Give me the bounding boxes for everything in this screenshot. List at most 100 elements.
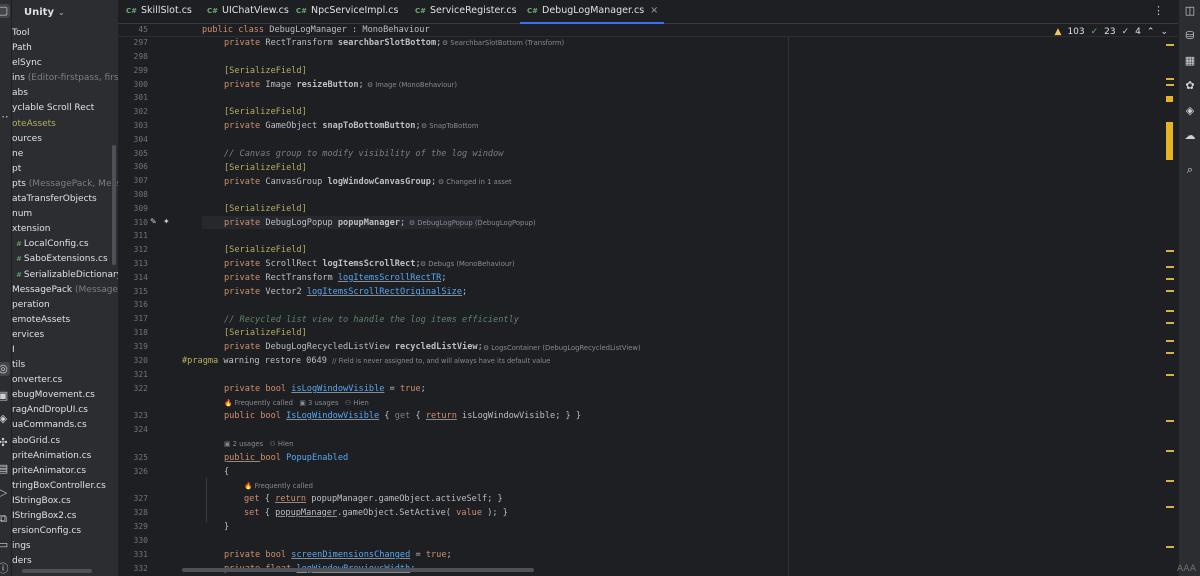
usage-hint-300[interactable]: ⚙ Image (MonoBehaviour) (367, 80, 457, 91)
line-number[interactable]: 313 (118, 259, 148, 268)
tree-item[interactable]: IStringBox.cs (12, 494, 118, 509)
usage-hint-319[interactable]: ⚙ LogsContainer (DebugLogRecycledListVie… (483, 343, 641, 354)
tree-item[interactable]: emoteAssets (12, 313, 118, 328)
gutter-ai-icon[interactable]: ✦ (163, 217, 170, 226)
chevron-up-icon[interactable]: ⌃ (1147, 27, 1155, 37)
run-icon[interactable]: ▷ (0, 486, 10, 500)
tree-item[interactable]: ne (12, 147, 118, 162)
tab-npcserviceimpl[interactable]: C# NpcServiceImpl.cs (296, 0, 398, 24)
tree-item[interactable]: ings (12, 539, 118, 554)
line-number[interactable]: 316 (118, 300, 148, 309)
line-number[interactable]: 308 (118, 190, 148, 199)
line-number[interactable]: 325 (118, 453, 148, 462)
line-number[interactable]: 332 (118, 564, 148, 573)
line-number[interactable]: 328 (118, 508, 148, 517)
more-tools-icon[interactable]: ⋯ (0, 110, 10, 124)
line-number[interactable]: 324 (118, 425, 148, 434)
sticky-scroll-header[interactable]: 45 public class DebugLogManager : MonoBe… (118, 24, 1178, 37)
line-number[interactable]: 297 (118, 38, 148, 47)
usage-hint-303[interactable]: ⚙ SnapToBottom (421, 121, 478, 132)
line-number[interactable]: 304 (118, 135, 148, 144)
cloud-icon[interactable]: ☁ (1183, 129, 1197, 143)
codevision-325[interactable]: ▣ 2 usages ⚇ Hien (224, 439, 293, 450)
tree-item[interactable]: abs (12, 86, 118, 101)
tree-item[interactable]: I (12, 343, 118, 358)
line-number[interactable]: 327 (118, 494, 148, 503)
line-number[interactable]: 306 (118, 162, 148, 171)
tree-item[interactable]: ervices (12, 328, 118, 343)
line-number[interactable]: 310 (118, 218, 148, 227)
tree-item[interactable]: Tool (12, 26, 118, 41)
tree-item[interactable]: tils (12, 358, 118, 373)
tab-serviceregister[interactable]: C# ServiceRegister.cs (415, 0, 517, 24)
line-number[interactable]: 317 (118, 314, 148, 323)
tree-item[interactable]: ersionConfig.cs (12, 524, 118, 539)
tree-item[interactable]: MessagePack (MessagePa (12, 283, 118, 298)
tree-item[interactable]: pts (MessagePack, Messa (12, 177, 118, 192)
line-number[interactable]: 331 (118, 550, 148, 559)
folder-icon[interactable]: ▢ (0, 4, 10, 18)
tree-item[interactable]: yclable Scroll Rect (12, 101, 118, 116)
usage-hint-313[interactable]: ⚙ Debugs (MonoBehaviour) (420, 259, 515, 270)
close-icon[interactable]: × (650, 5, 658, 16)
line-number[interactable]: 301 (118, 93, 148, 102)
tree-item[interactable]: ataTransferObjects (12, 192, 118, 207)
chevron-down-icon[interactable]: ⌄ (1160, 27, 1168, 37)
plugin-icon[interactable]: ✣ (0, 436, 10, 450)
line-number[interactable]: 305 (118, 149, 148, 158)
line-number[interactable]: 330 (118, 536, 148, 545)
tree-item[interactable]: #SerializableDictionary.cs (12, 268, 118, 283)
unity-icon[interactable]: ◈ (1183, 104, 1197, 118)
codevision-322[interactable]: 🔥 Frequently called ▣ 3 usages ⚇ Hien (224, 398, 369, 409)
project-horizontal-scrollbar[interactable] (22, 569, 92, 573)
line-number[interactable]: 322 (118, 384, 148, 393)
tab-debuglogmanager[interactable]: C# DebugLogManager.cs × (520, 0, 665, 24)
tree-item[interactable]: uaCommands.cs (12, 418, 118, 433)
tab-uichatview[interactable]: C# UIChatView.cs (207, 0, 289, 24)
gutter-edit-icon[interactable]: ✎ (150, 217, 157, 226)
project-title[interactable]: Unity ⌄ (12, 0, 118, 24)
tree-item[interactable]: # LocalConfig.cs (12, 237, 118, 252)
tree-item[interactable]: ders (12, 554, 118, 569)
line-number[interactable]: 298 (118, 52, 148, 61)
inspection-widget[interactable]: ▲ 103 ✓ 23 ✓ 4 ⌃ ⌄ (1055, 25, 1168, 39)
tree-item[interactable]: num (12, 207, 118, 222)
line-number[interactable]: 326 (118, 467, 148, 476)
tab-skillslot[interactable]: C# SkillSlot.cs (126, 0, 192, 24)
line-number[interactable]: 303 (118, 121, 148, 130)
project-vertical-scrollbar[interactable] (112, 145, 116, 265)
tree-item[interactable]: elSync (12, 56, 118, 71)
tree-item[interactable]: ources (12, 132, 118, 147)
tree-item[interactable]: priteAnimator.cs (12, 464, 118, 479)
tree-item[interactable]: ragAndDropUI.cs (12, 403, 118, 418)
tree-item[interactable]: Path (12, 41, 118, 56)
tree-item[interactable]: # SaboExtensions.cs (12, 252, 118, 267)
notifications-icon[interactable]: ◫ (1183, 4, 1197, 18)
structure-icon[interactable]: ▦ (1183, 54, 1197, 68)
line-number[interactable]: 329 (118, 522, 148, 531)
tree-item[interactable]: IStringBox2.cs (12, 509, 118, 524)
error-stripe[interactable] (1164, 40, 1174, 576)
line-number[interactable]: 323 (118, 411, 148, 420)
tree-item[interactable]: tringBoxController.cs (12, 479, 118, 494)
usage-hint-297[interactable]: ⚙ SearchbarSlotBottom (Transform) (442, 38, 564, 49)
line-number[interactable]: 302 (118, 107, 148, 116)
tree-item[interactable]: ebugMovement.cs (12, 388, 118, 403)
tree-item[interactable]: xtension (12, 222, 118, 237)
line-number[interactable]: 315 (118, 287, 148, 296)
codevision-327[interactable]: 🔥 Frequently called (244, 481, 313, 492)
line-number[interactable]: 311 (118, 231, 148, 240)
terminal-icon[interactable]: ▤ (0, 462, 10, 476)
console-icon[interactable]: ▣ (0, 389, 10, 403)
debug-icon[interactable]: ⧉ (0, 512, 10, 526)
line-number[interactable]: 309 (118, 204, 148, 213)
editor-horizontal-scrollbar[interactable] (182, 568, 534, 572)
gamepad-icon[interactable]: ◈ (0, 412, 10, 426)
tab-more-icon[interactable]: ⋮ (1153, 4, 1164, 17)
line-number[interactable]: 320 (118, 356, 148, 365)
usage-hint-307[interactable]: ⚙ Changed in 1 asset (438, 177, 512, 188)
ai-assistant-icon[interactable]: ✿ (1183, 79, 1197, 93)
usage-hint-310[interactable]: ⚙ DebugLogPopup (DebugLogPopup) (409, 218, 536, 229)
line-number[interactable]: 321 (118, 370, 148, 379)
search-doc-icon[interactable]: ⌕ (1183, 163, 1197, 177)
